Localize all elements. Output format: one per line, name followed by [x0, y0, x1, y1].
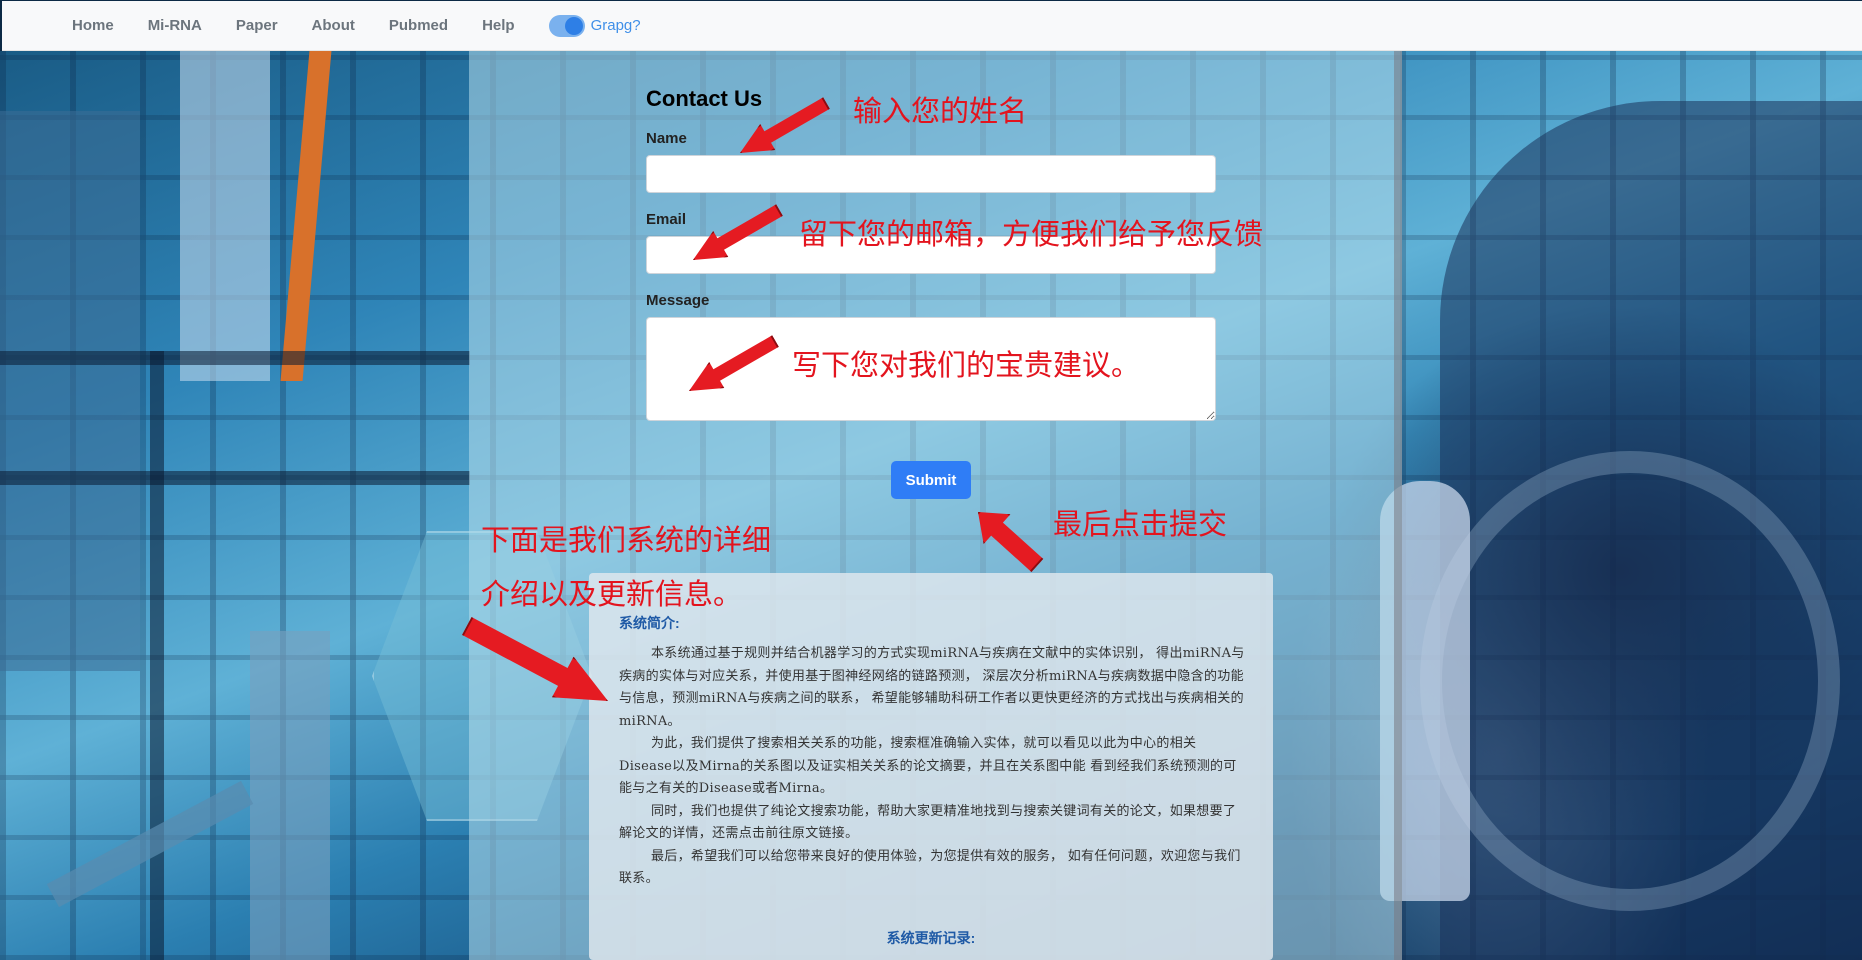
message-hint-annotation: 写下您对我们的宝贵建议。	[792, 348, 1141, 382]
toggle-knob	[564, 16, 583, 35]
nav-about[interactable]: About	[312, 17, 355, 34]
system-intro-paragraph: 为此，我们提供了搜索相关关系的功能，搜索框准确输入实体，就可以看见以此为中心的相…	[619, 736, 1237, 796]
background-pillar	[250, 631, 330, 960]
background-truss	[150, 351, 164, 960]
nav-pubmed[interactable]: Pubmed	[389, 17, 448, 34]
intro-hint-annotation-line1: 下面是我们系统的详细	[481, 523, 772, 557]
name-label: Name	[646, 130, 687, 147]
intro-hint-annotation-line2: 介绍以及更新信息。	[481, 577, 743, 611]
nav-paper[interactable]: Paper	[236, 17, 278, 34]
system-update-title: 系统更新记录:	[886, 930, 976, 946]
submit-hint-annotation: 最后点击提交	[1053, 507, 1228, 541]
content-panel-edge	[1394, 51, 1402, 960]
system-intro-paragraph: 同时，我们也提供了纯论文搜索功能，帮助大家更精准地找到与搜索关键词有关的论文，如…	[619, 803, 1237, 842]
submit-button[interactable]: Submit	[891, 461, 971, 499]
background-chamber-ring	[1420, 451, 1840, 911]
graph-toggle-group: Grapg?	[548, 14, 641, 37]
name-input[interactable]	[646, 155, 1216, 193]
email-hint-annotation: 留下您的邮箱，方便我们给予您反馈	[799, 217, 1264, 251]
system-intro-paragraph: 最后，希望我们可以给您带来良好的使用体验，为您提供有效的服务， 如有任何问题，欢…	[619, 848, 1241, 887]
message-label: Message	[646, 292, 710, 309]
system-info-card: 系统简介: 本系统通过基于规则并结合机器学习的方式实现miRNA与疾病在文献中的…	[589, 573, 1273, 960]
nav-mi-rna[interactable]: Mi-RNA	[148, 17, 202, 34]
nav-help[interactable]: Help	[482, 17, 515, 34]
graph-toggle-label[interactable]: Grapg?	[591, 17, 641, 34]
nav-home[interactable]: Home	[72, 17, 114, 34]
name-hint-annotation: 输入您的姓名	[853, 94, 1028, 128]
background-beam	[0, 111, 140, 671]
background-truss	[0, 351, 470, 365]
graph-toggle-switch[interactable]	[548, 14, 585, 37]
system-intro-paragraph: 本系统通过基于规则并结合机器学习的方式实现miRNA与疾病在文献中的实体识别， …	[619, 646, 1245, 729]
background-truss	[0, 471, 470, 485]
top-navbar: Home Mi-RNA Paper About Pubmed Help Grap…	[2, 1, 1862, 51]
system-intro-title: 系统简介:	[619, 615, 680, 631]
background-beam	[180, 51, 270, 381]
